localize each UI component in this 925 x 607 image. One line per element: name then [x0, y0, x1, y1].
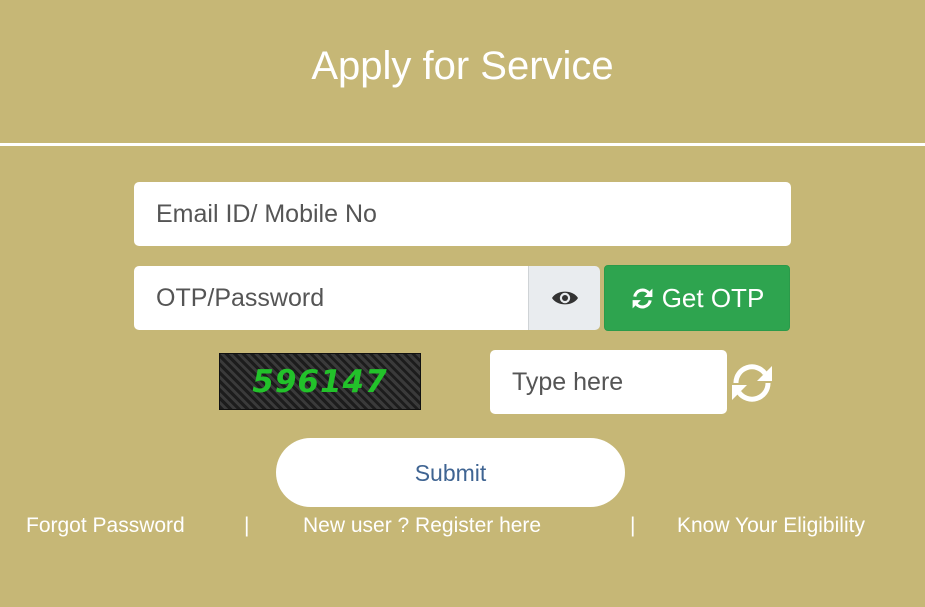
- forgot-password-link[interactable]: Forgot Password: [26, 511, 185, 541]
- link-separator: |: [630, 514, 636, 537]
- captcha-input[interactable]: [490, 350, 727, 414]
- register-link[interactable]: New user ? Register here: [303, 511, 541, 541]
- email-mobile-input[interactable]: [134, 182, 791, 246]
- captcha-image: 596147: [219, 353, 421, 410]
- captcha-code: 596147: [252, 363, 388, 400]
- link-separator: |: [244, 514, 250, 537]
- otp-password-input[interactable]: [134, 266, 528, 330]
- show-password-button[interactable]: [528, 266, 600, 330]
- get-otp-button[interactable]: Get OTP: [604, 265, 790, 331]
- refresh-captcha-icon[interactable]: [728, 361, 776, 405]
- refresh-icon: [632, 288, 653, 308]
- get-otp-label: Get OTP: [661, 283, 765, 313]
- submit-button[interactable]: Submit: [276, 438, 625, 507]
- header-divider: [0, 143, 925, 146]
- eye-icon: [551, 291, 578, 305]
- eligibility-link[interactable]: Know Your Eligibility: [677, 511, 865, 541]
- page-title: Apply for Service: [311, 44, 614, 88]
